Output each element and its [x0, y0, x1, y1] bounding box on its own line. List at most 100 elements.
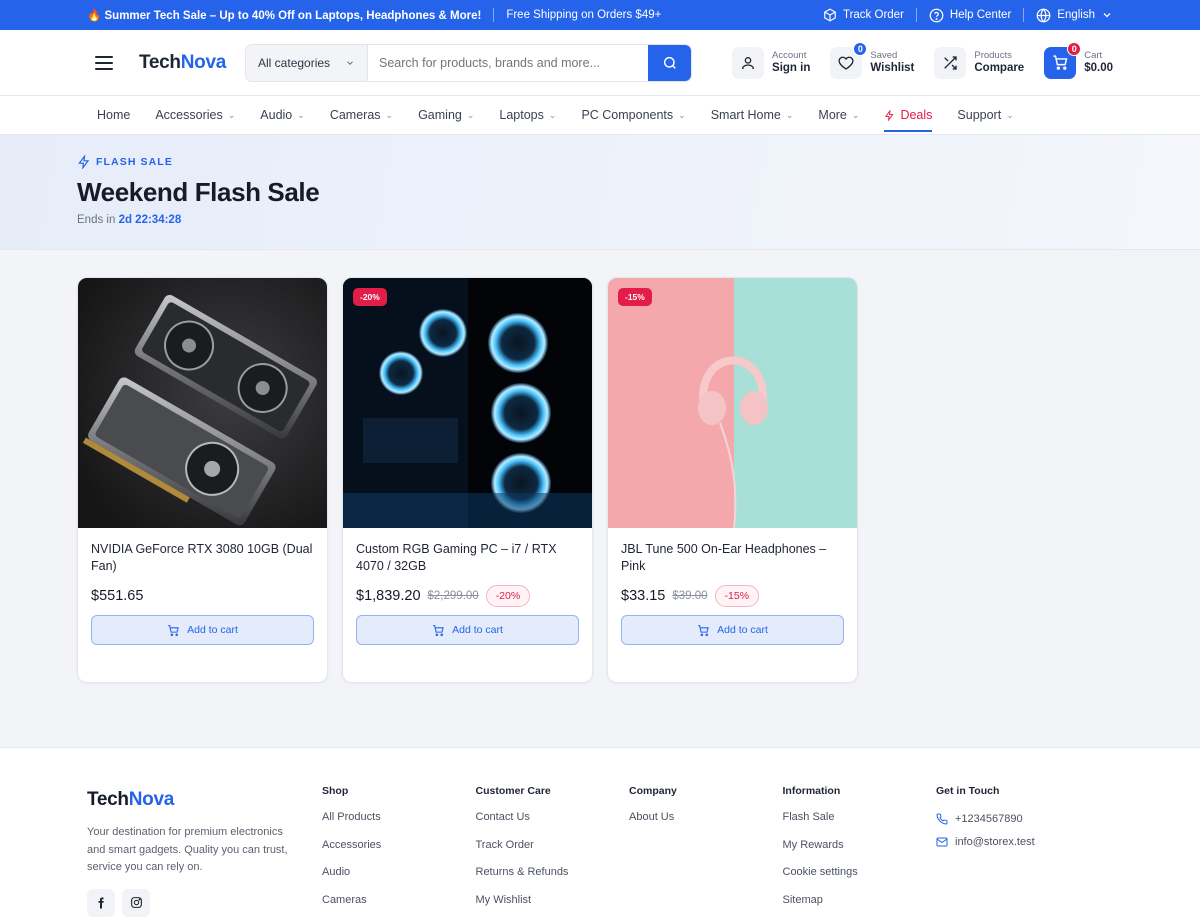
globe-icon: [1036, 8, 1051, 22]
footer-link[interactable]: Cookie settings: [783, 865, 937, 880]
footer-link[interactable]: About Us: [629, 810, 783, 825]
product-price: $551.65: [91, 588, 144, 604]
category-select[interactable]: All categories: [246, 44, 369, 81]
phone-icon: [936, 813, 948, 825]
nav-deals[interactable]: Deals: [884, 96, 932, 135]
nav-cameras[interactable]: Cameras ⌄: [330, 96, 393, 135]
nav-laptops[interactable]: Laptops ⌄: [499, 96, 556, 135]
site-logo[interactable]: TechNova: [139, 52, 226, 74]
footer-care-column: Customer Care Contact Us Track Order Ret…: [476, 785, 630, 917]
bolt-icon: [885, 109, 895, 121]
page-title: Weekend Flash Sale: [77, 177, 320, 207]
chevron-down-icon: ⌄: [678, 109, 686, 120]
cart-count-badge: 0: [1067, 41, 1082, 56]
footer-phone[interactable]: +1234567890: [936, 813, 1035, 825]
cart-total: $0.00: [1084, 62, 1113, 74]
social-links: [87, 888, 322, 917]
footer-link[interactable]: Contact Us: [476, 810, 630, 825]
cart-icon: [433, 624, 444, 636]
chevron-down-icon: ⌄: [227, 109, 236, 120]
footer-info-column: Information Flash Sale My Rewards Cookie…: [783, 785, 937, 917]
topbar-divider: [1023, 8, 1025, 22]
menu-icon[interactable]: [95, 55, 113, 70]
search-bar: All categories: [245, 43, 693, 82]
chevron-down-icon: [347, 60, 353, 65]
chevron-down-icon: ⌄: [785, 109, 794, 120]
footer-link[interactable]: Sitemap: [783, 893, 937, 908]
footer-email[interactable]: info@storex.test: [936, 836, 1035, 848]
site-footer: TechNova Your destination for premium el…: [0, 747, 1200, 917]
countdown-value: 2d 22:34:28: [118, 214, 182, 226]
instagram-icon[interactable]: [122, 888, 150, 917]
language-label: English: [1057, 9, 1095, 21]
footer-heading: Get in Touch: [936, 785, 1000, 797]
search-button[interactable]: [648, 44, 692, 81]
footer-link[interactable]: Cameras: [322, 893, 476, 908]
add-to-cart-button[interactable]: Add to cart: [356, 615, 579, 645]
footer-link[interactable]: Audio: [322, 865, 476, 880]
user-icon: [742, 56, 755, 69]
footer-link[interactable]: Accessories: [322, 838, 476, 853]
cart-icon: [698, 624, 709, 636]
chevron-down-icon: ⌄: [548, 109, 557, 120]
nav-home[interactable]: Home: [97, 96, 130, 135]
product-card[interactable]: NVIDIA GeForce RTX 3080 10GB (Dual Fan) …: [77, 277, 328, 683]
search-input[interactable]: [379, 55, 638, 70]
wishlist-icon-box: 0: [830, 41, 868, 79]
product-image[interactable]: -15%: [608, 278, 857, 528]
compare-button[interactable]: Products Compare: [934, 46, 1024, 79]
nav-smart-home[interactable]: Smart Home ⌄: [711, 96, 794, 135]
footer-contact-column: Get in Touch +1234567890 info@storex.tes…: [936, 785, 1035, 917]
footer-link[interactable]: All Products: [322, 810, 476, 825]
nav-accessories[interactable]: Accessories ⌄: [155, 96, 235, 135]
product-name[interactable]: NVIDIA GeForce RTX 3080 10GB (Dual Fan): [91, 541, 314, 575]
product-card[interactable]: -20% Custom RGB Gaming PC – i7 / RTX 407…: [342, 277, 593, 683]
add-to-cart-button[interactable]: Add to cart: [91, 615, 314, 645]
wishlist-button[interactable]: 0 Saved Wishlist: [830, 41, 915, 79]
nav-more[interactable]: More ⌄: [818, 96, 859, 135]
product-image[interactable]: -20%: [343, 278, 592, 528]
product-old-price: $2,299.00: [427, 590, 479, 602]
product-name[interactable]: Custom RGB Gaming PC – i7 / RTX 4070 / 3…: [356, 541, 579, 575]
promo-text: 🔥 Summer Tech Sale – Up to 40% Off on La…: [87, 10, 482, 22]
footer-brand: TechNova Your destination for premium el…: [87, 785, 322, 917]
wishlist-big-label: Wishlist: [870, 62, 915, 74]
footer-link[interactable]: My Rewards: [783, 838, 937, 853]
nav-audio[interactable]: Audio ⌄: [260, 96, 305, 135]
heart-icon: [838, 56, 854, 70]
chevron-down-icon: ⌄: [385, 109, 394, 120]
help-center-link[interactable]: Help Center: [929, 8, 1011, 23]
nav-gaming[interactable]: Gaming ⌄: [418, 96, 474, 135]
facebook-icon[interactable]: [87, 888, 115, 917]
add-to-cart-button[interactable]: Add to cart: [621, 615, 844, 645]
chevron-down-icon: ⌄: [297, 109, 305, 120]
language-selector[interactable]: English: [1036, 8, 1113, 23]
cart-small-label: Cart: [1084, 50, 1103, 61]
discount-badge: -15%: [618, 288, 652, 306]
product-grid: NVIDIA GeForce RTX 3080 10GB (Dual Fan) …: [0, 250, 1200, 747]
compare-small-label: Products: [974, 50, 1012, 61]
track-order-label: Track Order: [842, 9, 904, 21]
footer-link[interactable]: Flash Sale: [783, 810, 937, 825]
cart-button[interactable]: 0 Cart $0.00: [1044, 41, 1113, 79]
chevron-down-icon: [1103, 13, 1111, 18]
account-button[interactable]: Account Sign in: [732, 46, 811, 79]
product-card[interactable]: -15% JBL Tune 500 On-Ear Headphones – Pi…: [607, 277, 858, 683]
account-big-label: Sign in: [772, 62, 811, 74]
cart-icon: [168, 624, 179, 636]
wishlist-small-label: Saved: [870, 50, 898, 61]
countdown-label: Ends in: [77, 214, 116, 226]
discount-pill: -20%: [485, 585, 531, 607]
nav-pc-components[interactable]: PC Components ⌄: [581, 96, 685, 135]
countdown: Ends in 2d 22:34:28: [77, 214, 1123, 226]
footer-link[interactable]: My Wishlist: [476, 893, 630, 908]
product-image[interactable]: [78, 278, 327, 528]
product-name[interactable]: JBL Tune 500 On-Ear Headphones – Pink: [621, 541, 844, 575]
footer-link[interactable]: Track Order: [476, 838, 630, 853]
footer-logo[interactable]: TechNova: [87, 789, 322, 811]
nav-support[interactable]: Support ⌄: [957, 96, 1013, 135]
track-order-link[interactable]: Track Order: [823, 8, 904, 22]
flash-sale-hero: FLASH SALE Weekend Flash Sale Ends in 2d…: [0, 135, 1200, 250]
site-header: TechNova All categories Account Sign in: [0, 30, 1200, 96]
footer-link[interactable]: Returns & Refunds: [476, 865, 630, 880]
